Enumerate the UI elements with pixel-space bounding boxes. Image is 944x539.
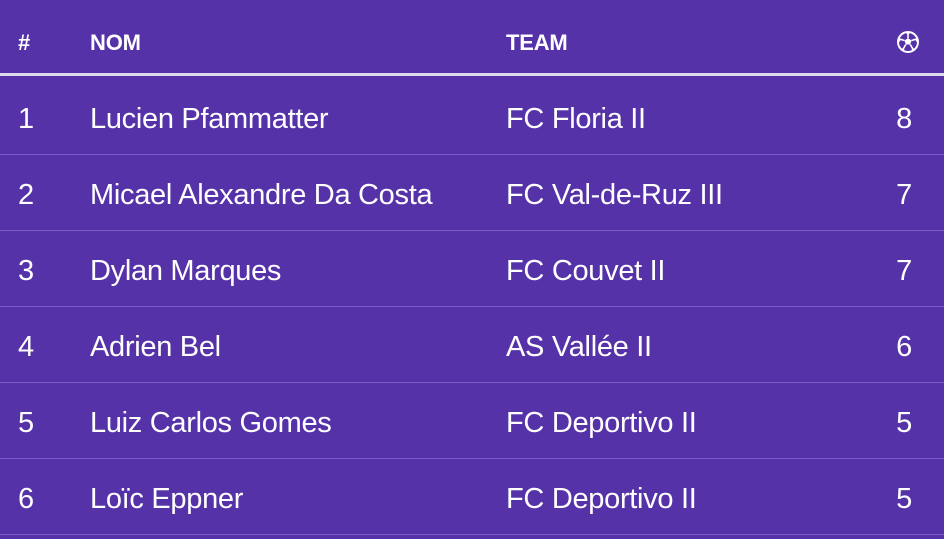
table-row[interactable]: 6 Loïc Eppner FC Deportivo II 5 (0, 459, 944, 535)
header-team: TEAM (506, 30, 568, 55)
row-player-name: Lucien Pfammatter (90, 103, 329, 135)
header-goals (896, 30, 920, 56)
table-row[interactable]: 3 Dylan Marques FC Couvet II 7 (0, 231, 944, 307)
row-team: FC Deportivo II (506, 407, 697, 439)
row-rank: 3 (18, 255, 34, 287)
row-team: AS Vallée II (506, 331, 652, 363)
row-player-name: Loïc Eppner (90, 483, 244, 515)
row-team: FC Floria II (506, 103, 646, 135)
row-rank: 2 (18, 179, 34, 211)
header-name: NOM (90, 30, 141, 55)
row-goals: 5 (896, 407, 912, 439)
row-player-name: Adrien Bel (90, 331, 221, 363)
soccer-ball-icon (897, 31, 919, 53)
table-body: 1 Lucien Pfammatter FC Floria II 8 2 Mic… (0, 79, 944, 535)
table-row[interactable]: 1 Lucien Pfammatter FC Floria II 8 (0, 79, 944, 155)
row-goals: 5 (896, 483, 912, 515)
row-player-name: Luiz Carlos Gomes (90, 407, 332, 439)
row-team: FC Deportivo II (506, 483, 697, 515)
row-rank: 5 (18, 407, 34, 439)
row-goals: 7 (896, 179, 912, 211)
row-goals: 7 (896, 255, 912, 287)
header-rank: # (18, 30, 31, 55)
row-rank: 6 (18, 483, 34, 515)
row-rank: 1 (18, 103, 34, 135)
row-rank: 4 (18, 331, 34, 363)
table-row[interactable]: 2 Micael Alexandre Da Costa FC Val-de-Ru… (0, 155, 944, 231)
top-scorers-table: # NOM TEAM 1 Lucien Pfammatter FC Floria… (0, 0, 944, 536)
row-player-name: Dylan Marques (90, 255, 282, 287)
row-team: FC Val-de-Ruz III (506, 179, 723, 211)
table-row[interactable]: 5 Luiz Carlos Gomes FC Deportivo II 5 (0, 383, 944, 459)
table-header: # NOM TEAM (0, 0, 944, 76)
row-player-name: Micael Alexandre Da Costa (90, 179, 433, 211)
row-goals: 6 (896, 331, 912, 363)
row-team: FC Couvet II (506, 255, 666, 287)
table-row[interactable]: 4 Adrien Bel AS Vallée II 6 (0, 307, 944, 383)
row-goals: 8 (896, 103, 912, 135)
